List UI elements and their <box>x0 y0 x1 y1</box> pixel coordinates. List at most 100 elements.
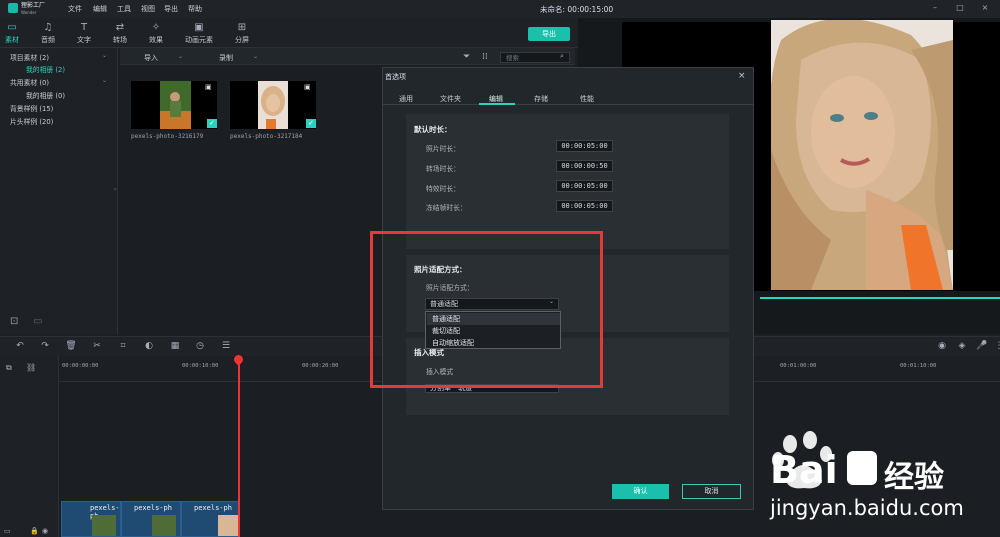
tool-media[interactable]: ▭ 素材 <box>0 18 31 48</box>
freeze-frame-duration-label: 冻结帧时长： <box>426 204 467 212</box>
library-item-my-album-2[interactable]: 我的相册 (0) <box>26 90 65 100</box>
tool-transition[interactable]: ⇄ 转场 <box>101 18 139 48</box>
timeline-clip[interactable]: pexels-ph <box>181 501 239 537</box>
confirm-button[interactable]: 确认 <box>612 484 669 499</box>
export-button[interactable]: 导出 <box>528 27 570 41</box>
freeze-frame-duration-field[interactable]: 00:00:05:00 <box>556 200 613 212</box>
photo-duration-field[interactable]: 00:00:05:00 <box>556 140 613 152</box>
watermark-du-badge <box>847 451 877 485</box>
tool-media-label: 素材 <box>5 36 19 44</box>
track-header <box>0 356 59 537</box>
chevron-down-icon[interactable]: ⌄ <box>102 52 107 59</box>
more-icon[interactable]: ⋮ <box>993 340 1000 352</box>
preview-progress-bar[interactable] <box>760 297 1000 299</box>
image-icon: ▣ <box>194 22 204 33</box>
grid-view-icon[interactable]: ⁞⁞ <box>482 52 488 62</box>
tool-effects-label: 效果 <box>149 36 163 44</box>
shield-icon[interactable]: ◈ <box>956 340 968 352</box>
tab-general[interactable]: 通用 <box>399 94 413 104</box>
menu-file[interactable]: 文件 <box>68 4 82 14</box>
import-button[interactable]: 导入 <box>144 53 158 63</box>
ruler-tick: 00:00:10:00 <box>182 363 219 369</box>
cut-icon[interactable]: ✂ <box>91 340 103 352</box>
ruler-tick: 00:00:00:00 <box>62 363 99 369</box>
watermark-url: jingyan.baidu.com <box>770 496 964 520</box>
filter-icon[interactable]: ⏷ <box>463 52 470 62</box>
menu-view[interactable]: 视图 <box>141 4 155 14</box>
text-icon: T <box>80 22 88 33</box>
folder-icon: ▭ <box>7 22 17 33</box>
clip-label: pexels-ph <box>134 504 172 512</box>
ruler-tick: 00:00:20:00 <box>302 363 339 369</box>
tab-performance[interactable]: 性能 <box>580 94 594 104</box>
add-track-icon[interactable]: ⧉ <box>6 363 12 373</box>
tab-folders[interactable]: 文件夹 <box>440 94 461 104</box>
tool-effects[interactable]: ✧ 效果 <box>137 18 175 48</box>
library-item-my-album[interactable]: 我的相册 (2) <box>26 64 65 74</box>
tool-text[interactable]: T 文字 <box>65 18 103 48</box>
timeline-clip[interactable]: pexels-ph <box>121 501 181 537</box>
module-toolbar: ▭ 素材 ♫ 音频 T 文字 ⇄ 转场 ✧ 效果 ▣ 动画元素 ⊞ 分屏 <box>0 18 580 48</box>
playhead[interactable] <box>238 356 240 537</box>
clip-thumbnail <box>92 515 116 536</box>
chevron-down-icon[interactable]: ⌄ <box>178 53 183 60</box>
library-item-shared[interactable]: 共用素材 (0) <box>10 77 49 87</box>
checkmark-icon[interactable]: ✓ <box>207 119 217 128</box>
tool-text-label: 文字 <box>77 36 91 44</box>
photo-duration-label: 照片时长： <box>426 145 460 153</box>
undo-icon[interactable]: ↶ <box>14 340 26 352</box>
transition-icon: ⇄ <box>115 22 125 33</box>
media-filename: pexels-photo-3217184 <box>230 133 303 140</box>
app-logo-text: 狸影工厂 <box>21 2 46 9</box>
crop-icon[interactable]: ⌗ <box>117 340 129 352</box>
clock-icon[interactable]: ◷ <box>194 340 206 352</box>
title-bar: 狸影工厂 Wonder 文件 编辑 工具 视图 导出 帮助 未命名: 00:00… <box>0 0 1000 18</box>
checkmark-icon[interactable]: ✓ <box>306 119 316 128</box>
redo-icon[interactable]: ↷ <box>39 340 51 352</box>
library-item-intros[interactable]: 片头样例 (20) <box>10 116 53 126</box>
menu-help[interactable]: 帮助 <box>188 4 202 14</box>
menu-edit[interactable]: 编辑 <box>93 4 107 14</box>
lock-icon[interactable]: 🔒 <box>30 527 39 535</box>
tool-audio[interactable]: ♫ 音频 <box>29 18 67 48</box>
adjust-icon[interactable]: ☰ <box>220 340 232 352</box>
tool-animated-elements[interactable]: ▣ 动画元素 <box>175 18 223 48</box>
library-item-backgrounds[interactable]: 背景样例 (15) <box>10 103 53 113</box>
tool-split-screen-label: 分屏 <box>235 36 249 44</box>
menu-export[interactable]: 导出 <box>164 4 178 14</box>
app-logo-subtext: Wonder <box>21 10 37 15</box>
clip-thumbnail <box>152 515 176 536</box>
eye-icon[interactable]: ◉ <box>42 527 48 535</box>
tab-storage[interactable]: 存储 <box>534 94 548 104</box>
transition-duration-field[interactable]: 00:00:00:50 <box>556 160 613 172</box>
mosaic-icon[interactable]: ▦ <box>169 340 181 352</box>
close-window-icon[interactable]: × <box>980 3 990 13</box>
default-duration-title: 默认时长： <box>414 125 452 134</box>
tool-split-screen[interactable]: ⊞ 分屏 <box>223 18 261 48</box>
maximize-icon[interactable]: □ <box>955 3 965 13</box>
delete-icon[interactable]: 🗑 <box>65 340 77 352</box>
library-item-project[interactable]: 项目素材 (2) <box>10 52 49 62</box>
link-icon[interactable]: ⛓ <box>26 363 36 372</box>
close-icon[interactable]: × <box>738 71 746 81</box>
split-screen-icon: ⊞ <box>237 22 247 33</box>
transition-duration-label: 转场时长： <box>426 165 460 173</box>
ruler-tick: 00:01:10:00 <box>900 363 937 369</box>
chevron-down-icon[interactable]: ⌄ <box>253 53 258 60</box>
folder-icon[interactable]: ▭ <box>33 316 42 327</box>
search-icon[interactable]: ⌕ <box>560 52 564 61</box>
collapse-panel-icon[interactable]: ‹ <box>114 186 116 193</box>
microphone-icon[interactable]: 🎤 <box>976 340 988 352</box>
timeline-clip[interactable]: pexels-ph <box>61 501 121 537</box>
menu-tools[interactable]: 工具 <box>117 4 131 14</box>
render-icon[interactable]: ◉ <box>936 340 948 352</box>
minimize-icon[interactable]: – <box>930 3 940 13</box>
tool-audio-label: 音频 <box>41 36 55 44</box>
app-logo-icon <box>8 3 18 13</box>
chevron-down-icon[interactable]: ⌄ <box>102 77 107 84</box>
cancel-button[interactable]: 取消 <box>682 484 741 499</box>
color-icon[interactable]: ◐ <box>143 340 155 352</box>
record-button[interactable]: 录制 <box>219 53 233 63</box>
new-folder-icon[interactable]: ⊡ <box>10 316 18 327</box>
effect-duration-field[interactable]: 00:00:05:00 <box>556 180 613 192</box>
